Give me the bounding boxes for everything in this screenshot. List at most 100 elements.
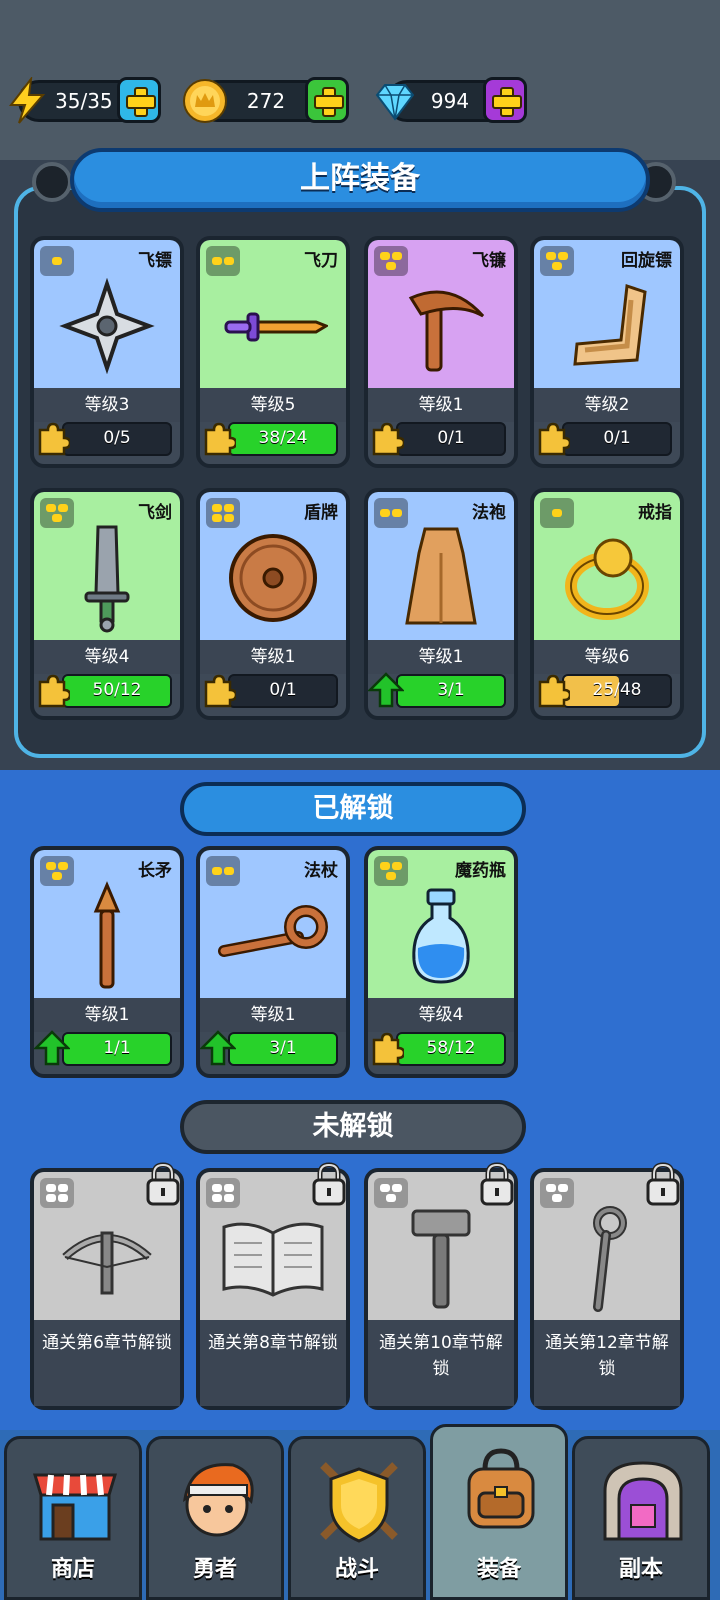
puzzle-piece-icon bbox=[538, 422, 570, 456]
rarity-pip bbox=[58, 504, 68, 512]
dagger-icon bbox=[200, 270, 346, 382]
rarity-pip bbox=[224, 1194, 234, 1202]
nav-tab-hero[interactable]: 勇者 bbox=[146, 1436, 284, 1600]
shard-progress-text: 58/12 bbox=[426, 1038, 476, 1058]
shard-progress-bar: 1/1 bbox=[34, 1030, 172, 1066]
equipment-level: 等级1 bbox=[368, 640, 514, 674]
shard-progress-bar: 38/24 bbox=[204, 422, 338, 456]
rarity-pip bbox=[546, 252, 556, 260]
rarity-pip bbox=[380, 252, 390, 260]
puzzle-piece-icon bbox=[372, 422, 404, 456]
equipment-card[interactable]: 戒指等级6 25/48 bbox=[530, 488, 684, 720]
padlock-icon bbox=[312, 1162, 346, 1206]
card-art: 长矛 bbox=[34, 850, 180, 998]
ring-icon bbox=[534, 522, 680, 634]
nav-tab-backpack[interactable]: 装备 bbox=[430, 1424, 568, 1600]
potion-icon bbox=[368, 880, 514, 992]
nav-tab-label: 商店 bbox=[50, 1557, 95, 1582]
equipment-name: 盾牌 bbox=[304, 503, 338, 523]
equipment-name: 长矛 bbox=[138, 861, 172, 881]
puzzle-piece-icon bbox=[372, 1032, 404, 1066]
unlock-requirement: 通关第10章节解锁 bbox=[368, 1320, 514, 1406]
equipment-card[interactable]: 飞刀等级5 38/24 bbox=[196, 236, 350, 468]
card-art: 回旋镖 bbox=[534, 240, 680, 388]
rarity-pip bbox=[224, 514, 234, 522]
rarity-pip bbox=[546, 1184, 556, 1192]
shard-progress-text: 0/1 bbox=[603, 428, 631, 448]
locked-equipment-card[interactable]: 通关第8章节解锁 bbox=[196, 1162, 350, 1410]
nav-tab-battle[interactable]: 战斗 bbox=[288, 1436, 426, 1600]
boomerang-icon bbox=[534, 270, 680, 382]
rarity-pip bbox=[212, 1194, 222, 1202]
rarity-pip bbox=[52, 257, 62, 265]
equipment-name: 回旋镖 bbox=[621, 251, 672, 271]
equipment-card[interactable]: 长矛 等级1 1/1 bbox=[30, 846, 184, 1078]
rarity-pip bbox=[392, 509, 402, 517]
shuriken-icon bbox=[34, 270, 180, 382]
plus-icon bbox=[314, 87, 344, 117]
unlock-requirement: 通关第12章节解锁 bbox=[534, 1320, 680, 1406]
equipment-level: 等级6 bbox=[534, 640, 680, 674]
shard-progress-text: 3/1 bbox=[437, 680, 465, 700]
equipment-card[interactable]: 飞镰 等级1 0/1 bbox=[364, 236, 518, 468]
padlock-icon bbox=[646, 1162, 680, 1206]
gold-coin-icon bbox=[183, 79, 227, 123]
rarity-pip bbox=[558, 1184, 568, 1192]
rarity-pip bbox=[552, 1194, 562, 1202]
rarity-pip bbox=[212, 257, 222, 265]
equipment-level: 等级5 bbox=[200, 388, 346, 422]
equipment-level: 等级3 bbox=[34, 388, 180, 422]
rarity-pip bbox=[224, 257, 234, 265]
add-gold-button[interactable] bbox=[305, 77, 349, 123]
equipment-name: 飞刀 bbox=[304, 251, 338, 271]
rarity-pip bbox=[46, 1194, 56, 1202]
puzzle-piece-icon bbox=[538, 674, 570, 708]
plus-icon bbox=[126, 87, 156, 117]
equipment-card[interactable]: 盾牌 等级1 0/1 bbox=[196, 488, 350, 720]
card-art: 飞镰 bbox=[368, 240, 514, 388]
rarity-pip bbox=[392, 862, 402, 870]
shard-progress-bar: 0/1 bbox=[538, 422, 672, 456]
gem-value: 994 bbox=[430, 89, 470, 113]
rarity-pip bbox=[58, 1184, 68, 1192]
equipment-card[interactable]: 飞镖 等级3 0/5 bbox=[30, 236, 184, 468]
puzzle-piece-icon bbox=[38, 674, 70, 708]
add-gems-button[interactable] bbox=[483, 77, 527, 123]
equipment-name: 魔药瓶 bbox=[455, 861, 506, 881]
shard-progress-text: 1/1 bbox=[103, 1038, 131, 1058]
shard-progress-bar: 58/12 bbox=[372, 1032, 506, 1066]
rarity-pip bbox=[386, 1194, 396, 1202]
equipment-level: 等级1 bbox=[368, 388, 514, 422]
rarity-pip bbox=[380, 509, 390, 517]
rarity-pip bbox=[212, 1184, 222, 1192]
upgrade-arrow-icon bbox=[200, 1030, 236, 1066]
equipment-card[interactable]: 魔药瓶等级4 58/12 bbox=[364, 846, 518, 1078]
rarity-pip bbox=[386, 262, 396, 270]
nav-tab-dungeon[interactable]: 副本 bbox=[572, 1436, 710, 1600]
plus-icon bbox=[492, 87, 522, 117]
gold-value: 272 bbox=[246, 89, 286, 113]
equipment-card[interactable]: 法杖 等级1 3/1 bbox=[196, 846, 350, 1078]
equipment-name: 法杖 bbox=[304, 861, 338, 881]
rarity-pip bbox=[58, 1194, 68, 1202]
upgrade-arrow-icon bbox=[368, 672, 404, 708]
equipment-name: 戒指 bbox=[638, 503, 672, 523]
equipment-level: 等级4 bbox=[368, 998, 514, 1032]
rarity-pip bbox=[224, 867, 234, 875]
equipment-card[interactable]: 法袍 等级1 3/1 bbox=[364, 488, 518, 720]
locked-equipment-card[interactable]: 通关第10章节解锁 bbox=[364, 1162, 518, 1410]
nav-tab-shop[interactable]: 商店 bbox=[4, 1436, 142, 1600]
card-art: 飞刀 bbox=[200, 240, 346, 388]
add-energy-button[interactable] bbox=[117, 77, 161, 123]
locked-equipment-card[interactable]: 通关第6章节解锁 bbox=[30, 1162, 184, 1410]
equipment-card[interactable]: 飞剑 等级4 50/12 bbox=[30, 488, 184, 720]
locked-equipment-card[interactable]: 通关第12章节解锁 bbox=[530, 1162, 684, 1410]
shard-progress-text: 0/1 bbox=[269, 680, 297, 700]
equipment-name: 飞镰 bbox=[472, 251, 506, 271]
puzzle-piece-icon bbox=[204, 422, 236, 456]
energy-counter: 35/35 bbox=[8, 77, 161, 124]
nav-tab-label: 勇者 bbox=[192, 1557, 237, 1582]
shard-progress-bar: 25/48 bbox=[538, 674, 672, 708]
equipment-card[interactable]: 回旋镖 等级2 0/1 bbox=[530, 236, 684, 468]
spear-icon bbox=[34, 880, 180, 992]
